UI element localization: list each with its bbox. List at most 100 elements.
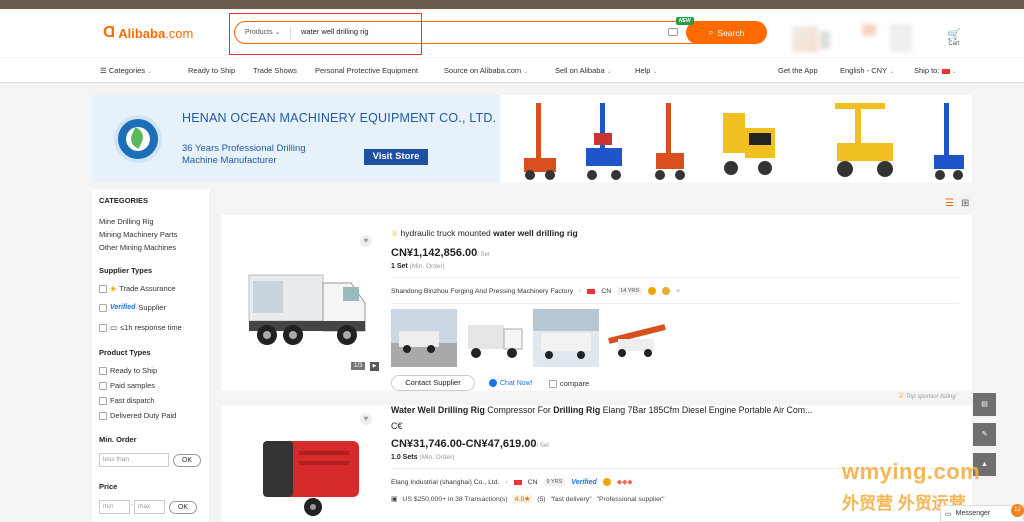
favorite-icon[interactable]: ♥ (360, 235, 372, 247)
grid-view-icon[interactable]: ⊞ (961, 198, 969, 209)
price-min-input[interactable]: min (99, 500, 130, 514)
nav-get-app[interactable]: Get the App (778, 66, 818, 75)
product-title-keyword: water well drilling rig (493, 228, 578, 238)
checkbox[interactable] (99, 411, 107, 420)
filter-label: Paid samples (110, 381, 156, 390)
banner-company-name: HENAN OCEAN MACHINERY EQUIPMENT CO., LTD… (182, 111, 497, 125)
drilling-rig-image-6 (934, 103, 964, 180)
product-image-truck[interactable] (239, 231, 381, 373)
heart-icon: ♥ (676, 287, 681, 295)
chevron-down-icon: ⌄ (889, 69, 895, 75)
nav-sell-on-alibaba[interactable]: Sell on Alibaba ⌄ (555, 66, 612, 75)
product-thumbnail[interactable] (391, 309, 457, 367)
price-range-dash: - (131, 502, 134, 509)
price-max-input[interactable]: max (134, 500, 165, 514)
search-highlight-box (229, 13, 422, 55)
list-view-icon[interactable]: ☰ (945, 198, 954, 209)
filter-sidebar: CATEGORIES Mine Drilling Rig Mining Mach… (92, 189, 209, 522)
trade-assurance-icon: ◈ (110, 284, 117, 293)
supplier-name[interactable]: Shandong Binzhou Forging And Pressing Ma… (391, 288, 573, 295)
nav-ship-to[interactable]: Ship to: ⌄ (914, 66, 957, 75)
checkbox[interactable] (99, 323, 107, 332)
site-header: Ɑ Alibaba.com Products ⌄ water well dril… (0, 9, 1024, 57)
search-button-label: Search (717, 27, 745, 38)
min-order-heading: Min. Order (99, 435, 137, 444)
filter-label: Fast dispatch (110, 396, 155, 405)
supplier-name[interactable]: Elang Industrial (shanghai) Co., Ltd. (391, 479, 499, 486)
product-title-text: hydraulic truck mounted (400, 228, 494, 238)
verified-badge: Verified (110, 304, 136, 311)
category-link[interactable]: Mining Machinery Parts (99, 230, 177, 239)
checkbox[interactable] (99, 284, 107, 293)
chat-now-button[interactable]: Chat Now! (489, 379, 533, 387)
nav-ready-to-ship[interactable]: Ready to Ship (188, 66, 235, 75)
price-value: CN¥1,142,856.00 (391, 247, 478, 259)
camera-icon[interactable] (668, 28, 678, 36)
nav-help[interactable]: Help ⌄ (635, 66, 658, 75)
filter-label: Ready to Ship (110, 366, 158, 375)
checkbox[interactable] (99, 381, 107, 390)
favorite-icon[interactable]: ♥ (360, 413, 372, 425)
category-link[interactable]: Mine Drilling Rig (99, 217, 154, 226)
edit-icon[interactable]: ✎ (973, 423, 996, 446)
view-toggle: ☰ ⊞ (945, 198, 969, 209)
filter-ready-to-ship[interactable]: Ready to Ship (99, 366, 157, 375)
gold-supplier-icon (648, 287, 657, 295)
filter-fast-dispatch[interactable]: Fast dispatch (99, 396, 155, 405)
nav-categories[interactable]: ☰ Categories ⌄ (100, 66, 152, 75)
blurred-account-area (792, 26, 818, 52)
checkbox[interactable] (99, 396, 107, 405)
product-title[interactable]: ♕ hydraulic truck mounted water well dri… (391, 228, 578, 238)
product-image-compressor[interactable] (239, 419, 381, 522)
checkbox[interactable] (549, 379, 557, 388)
product-thumbnail[interactable] (604, 309, 670, 367)
product-types-heading: Product Types (99, 348, 151, 357)
checkbox[interactable] (99, 303, 107, 312)
contact-supplier-button[interactable]: Contact Supplier (391, 375, 475, 391)
filter-paid-samples[interactable]: Paid samples (99, 381, 155, 390)
store-banner[interactable]: HENAN OCEAN MACHINERY EQUIPMENT CO., LTD… (92, 95, 972, 183)
alibaba-logo[interactable]: Ɑ Alibaba.com (103, 25, 193, 41)
nav-language-currency[interactable]: English - CNY ⌄ (840, 66, 894, 75)
filter-delivered-duty-paid[interactable]: Delivered Duty Paid (99, 411, 176, 420)
categories-heading: CATEGORIES (99, 196, 149, 205)
visit-store-button[interactable]: Visit Store (364, 149, 428, 165)
browser-top-strip (0, 0, 1024, 9)
trade-assurance-icon (602, 478, 611, 486)
min-order-ok-button[interactable]: OK (173, 454, 201, 467)
divider (391, 303, 959, 304)
banner-tagline: 36 Years Professional Drilling Machine M… (182, 143, 306, 166)
product-card[interactable]: ♥ 1/3 ▶ ♕ hydraulic truck mounted water … (221, 215, 972, 400)
filter-verified-supplier[interactable]: Verified Supplier (99, 303, 166, 312)
logo-name: Alibaba (118, 25, 166, 41)
cart-button[interactable]: 🛒 Cart (942, 30, 966, 48)
filter-response-time[interactable]: ▭ ≤1h response time (99, 323, 182, 332)
search-button[interactable]: ⌕ Search (686, 21, 767, 44)
feedback-icon[interactable]: ▤ (973, 393, 996, 416)
sponsor-text: Top sponsor listing (905, 394, 956, 400)
blurred-account-area-4 (890, 24, 912, 52)
product-title[interactable]: Water Well Drilling Rig Compressor For D… (391, 405, 812, 415)
nav-ppe[interactable]: Personal Protective Equipment (315, 66, 418, 75)
price-unit: / Set (477, 252, 490, 258)
compare-checkbox[interactable]: compare (549, 379, 589, 388)
chevron-down-icon: ⌄ (652, 69, 658, 75)
checkbox[interactable] (99, 366, 107, 375)
next-image-icon[interactable]: ▶ (370, 362, 379, 371)
price-ok-button[interactable]: OK (169, 501, 197, 514)
filter-trade-assurance[interactable]: ◈ Trade Assurance (99, 284, 176, 293)
messenger-icon: ▭ (945, 510, 952, 518)
nav-source-on-alibaba[interactable]: Source on Alibaba.com ⌄ (444, 66, 528, 75)
product-thumbnail[interactable] (462, 309, 528, 367)
drilling-rig-image-5 (835, 103, 893, 177)
supplier-country: CN (527, 478, 538, 486)
supplier-country: CN (601, 287, 612, 295)
product-thumbnail[interactable] (533, 309, 599, 367)
price-unit: / Set (536, 443, 549, 449)
nav-trade-shows[interactable]: Trade Shows (253, 66, 297, 75)
min-order-input[interactable]: less than (99, 453, 169, 467)
verified-badge: Verified (571, 478, 597, 486)
moq-value: 1.0 Sets (391, 454, 418, 461)
category-link[interactable]: Other Mining Machines (99, 243, 176, 252)
chat-icon (489, 379, 497, 387)
